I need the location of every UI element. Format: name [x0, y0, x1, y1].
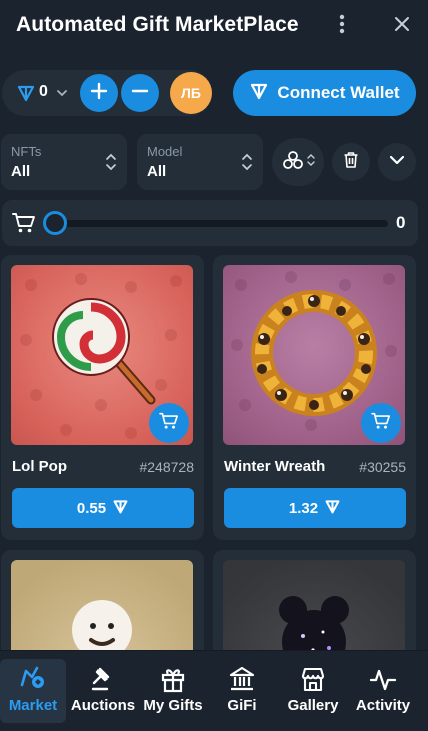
gift-image	[11, 560, 193, 650]
buy-price: 1.32	[288, 499, 319, 517]
model-select-label: Model	[147, 144, 183, 159]
chevron-down-icon	[56, 86, 68, 104]
backdrop-cluster-icon	[282, 150, 304, 175]
market-icon	[18, 659, 48, 693]
ton-icon	[112, 498, 129, 519]
gavel-icon	[89, 659, 117, 693]
gift-number: #248728	[139, 459, 194, 475]
backdrop-filter-button[interactable]	[272, 138, 324, 186]
snowman-illustration	[72, 600, 132, 650]
updown-chevron-icon	[105, 152, 117, 177]
model-select-value: All	[147, 163, 167, 180]
gift-card[interactable]	[1, 550, 204, 650]
nfts-select-label: NFTs	[11, 144, 42, 159]
buy-button[interactable]: 1.32	[224, 488, 406, 528]
nav-my-gifts-label: My Gifts	[143, 697, 203, 714]
cart-icon	[159, 412, 179, 435]
buy-button[interactable]: 0.55	[12, 488, 194, 528]
cart-slider-track[interactable]	[50, 220, 388, 227]
bank-icon	[228, 659, 256, 693]
nav-activity-label: Activity	[355, 697, 411, 714]
nav-auctions-label: Auctions	[70, 697, 136, 714]
close-icon[interactable]	[390, 12, 414, 36]
updown-chevron-icon	[241, 152, 253, 177]
more-options-icon[interactable]	[332, 12, 352, 36]
minus-icon	[131, 82, 149, 105]
nav-auctions[interactable]: Auctions	[68, 659, 138, 723]
nav-market-label: Market	[8, 697, 58, 714]
withdraw-button[interactable]	[121, 74, 159, 112]
ton-icon	[249, 81, 269, 106]
balance-selector[interactable]: 0 ЛБ	[2, 70, 212, 116]
cart-icon	[371, 412, 391, 435]
deposit-button[interactable]	[80, 74, 118, 112]
ton-icon	[324, 498, 341, 519]
filters-row: NFTs All Model All	[0, 134, 428, 190]
nav-my-gifts[interactable]: My Gifts	[138, 659, 208, 723]
nfts-select-value: All	[11, 163, 31, 180]
model-select[interactable]: Model All	[137, 134, 263, 190]
title-bar: Automated Gift MarketPlace	[0, 0, 428, 50]
balance-value: 0	[39, 83, 48, 100]
nav-gallery-label: Gallery	[287, 697, 339, 714]
gift-number: #30255	[359, 459, 406, 475]
add-to-cart-button[interactable]	[149, 403, 189, 443]
bottom-nav: Market Auctions My Gifts GiFi Gallery Ac…	[0, 650, 428, 731]
nav-market[interactable]: Market	[0, 659, 66, 723]
nav-activity[interactable]: Activity	[348, 659, 418, 723]
nfts-select[interactable]: NFTs All	[1, 134, 127, 190]
updown-chevron-icon	[306, 153, 315, 172]
app-title: Automated Gift MarketPlace	[16, 13, 299, 36]
bear-illustration	[279, 596, 349, 650]
trash-icon	[343, 151, 359, 174]
expand-filters-button[interactable]	[378, 143, 416, 181]
cart-quantity-row: 0	[2, 200, 418, 246]
clear-filters-button[interactable]	[332, 143, 370, 181]
gift-name: Lol Pop	[12, 458, 67, 475]
cart-count: 0	[396, 213, 406, 232]
chevron-down-icon	[389, 152, 405, 173]
activity-icon	[369, 659, 397, 693]
nav-gallery[interactable]: Gallery	[278, 659, 348, 723]
connect-wallet-button[interactable]: Connect Wallet	[233, 70, 416, 116]
avatar[interactable]: ЛБ	[170, 72, 212, 114]
wallet-row: 0 ЛБ Connect Wallet	[0, 70, 428, 116]
ton-icon	[16, 83, 36, 108]
cart-slider-handle[interactable]	[43, 211, 67, 235]
gift-grid: Lol Pop #248728 0.55 Winter Wreath #3025…	[0, 255, 428, 650]
cart-icon	[12, 212, 36, 239]
nav-gifi-label: GiFi	[227, 697, 257, 714]
gift-card[interactable]	[213, 550, 416, 650]
plus-icon	[90, 82, 108, 105]
buy-price: 0.55	[76, 499, 107, 517]
gift-card[interactable]: Winter Wreath #30255 1.32	[213, 255, 416, 540]
nav-gifi[interactable]: GiFi	[207, 659, 277, 723]
connect-wallet-label: Connect Wallet	[277, 83, 400, 102]
gift-image	[223, 560, 405, 650]
gift-name: Winter Wreath	[224, 458, 326, 475]
gift-card[interactable]: Lol Pop #248728 0.55	[1, 255, 204, 540]
add-to-cart-button[interactable]	[361, 403, 401, 443]
store-icon	[299, 659, 327, 693]
gift-icon	[160, 659, 186, 693]
